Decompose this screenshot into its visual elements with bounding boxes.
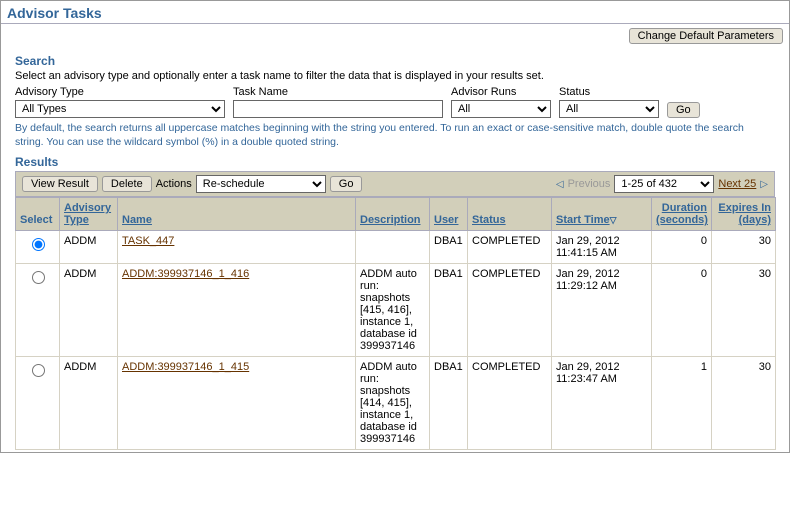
delete-button[interactable]: Delete bbox=[102, 176, 152, 192]
page-title: Advisor Tasks bbox=[1, 1, 789, 24]
cell-advisory-type: ADDM bbox=[60, 357, 118, 450]
actions-label: Actions bbox=[156, 178, 192, 190]
col-duration[interactable]: Duration (seconds) bbox=[652, 198, 712, 231]
cell-start-time: Jan 29, 2012 11:29:12 AM bbox=[552, 264, 652, 357]
task-name-input[interactable] bbox=[233, 100, 443, 118]
range-select[interactable]: 1-25 of 432 bbox=[614, 175, 714, 193]
row-name-link[interactable]: TASK_447 bbox=[122, 235, 174, 247]
row-name-link[interactable]: ADDM:399937146_1_416 bbox=[122, 268, 249, 280]
previous-icon: ◁ bbox=[556, 179, 564, 190]
cell-expires: 30 bbox=[712, 231, 776, 264]
status-label: Status bbox=[559, 86, 659, 98]
cell-description: ADDM auto run: snapshots [414, 415], ins… bbox=[356, 357, 430, 450]
advisory-type-select[interactable]: All Types bbox=[15, 100, 225, 118]
advisor-runs-select[interactable]: All bbox=[451, 100, 551, 118]
results-table: Select Advisory Type Name Description Us… bbox=[15, 197, 776, 450]
actions-select[interactable]: Re-schedule bbox=[196, 175, 326, 193]
cell-expires: 30 bbox=[712, 357, 776, 450]
row-name-link[interactable]: ADDM:399937146_1_415 bbox=[122, 361, 249, 373]
col-expires[interactable]: Expires In (days) bbox=[712, 198, 776, 231]
cell-advisory-type: ADDM bbox=[60, 231, 118, 264]
cell-user: DBA1 bbox=[430, 231, 468, 264]
row-select-radio[interactable] bbox=[32, 238, 45, 251]
cell-duration: 0 bbox=[652, 264, 712, 357]
cell-description: ADDM auto run: snapshots [415, 416], ins… bbox=[356, 264, 430, 357]
col-select: Select bbox=[16, 198, 60, 231]
results-heading: Results bbox=[15, 155, 775, 169]
task-name-label: Task Name bbox=[233, 86, 443, 98]
previous-label: Previous bbox=[568, 178, 611, 190]
cell-start-time: Jan 29, 2012 11:23:47 AM bbox=[552, 357, 652, 450]
col-description[interactable]: Description bbox=[356, 198, 430, 231]
search-heading: Search bbox=[15, 54, 775, 68]
cell-duration: 1 bbox=[652, 357, 712, 450]
cell-duration: 0 bbox=[652, 231, 712, 264]
cell-start-time: Jan 29, 2012 11:41:15 AM bbox=[552, 231, 652, 264]
col-status[interactable]: Status bbox=[468, 198, 552, 231]
col-advisory-type[interactable]: Advisory Type bbox=[60, 198, 118, 231]
next-link[interactable]: Next 25 bbox=[718, 178, 756, 190]
row-select-radio[interactable] bbox=[32, 271, 45, 284]
advisor-runs-label: Advisor Runs bbox=[451, 86, 551, 98]
cell-status: COMPLETED bbox=[468, 264, 552, 357]
cell-advisory-type: ADDM bbox=[60, 264, 118, 357]
col-user[interactable]: User bbox=[430, 198, 468, 231]
search-hint: By default, the search returns all upper… bbox=[15, 122, 775, 149]
status-select[interactable]: All bbox=[559, 100, 659, 118]
sort-desc-icon: ▽ bbox=[610, 215, 617, 226]
actions-go-button[interactable]: Go bbox=[330, 176, 363, 192]
view-result-button[interactable]: View Result bbox=[22, 176, 98, 192]
col-name[interactable]: Name bbox=[118, 198, 356, 231]
search-description: Select an advisory type and optionally e… bbox=[15, 70, 775, 82]
next-icon[interactable]: ▷ bbox=[760, 179, 768, 190]
table-row: ADDM TASK_447 DBA1 COMPLETED Jan 29, 201… bbox=[16, 231, 776, 264]
cell-user: DBA1 bbox=[430, 357, 468, 450]
cell-user: DBA1 bbox=[430, 264, 468, 357]
row-select-radio[interactable] bbox=[32, 364, 45, 377]
cell-status: COMPLETED bbox=[468, 357, 552, 450]
col-start-time[interactable]: Start Time ▽ bbox=[552, 198, 652, 231]
advisory-type-label: Advisory Type bbox=[15, 86, 225, 98]
table-row: ADDM ADDM:399937146_1_415 ADDM auto run:… bbox=[16, 357, 776, 450]
cell-description bbox=[356, 231, 430, 264]
cell-status: COMPLETED bbox=[468, 231, 552, 264]
table-row: ADDM ADDM:399937146_1_416 ADDM auto run:… bbox=[16, 264, 776, 357]
cell-expires: 30 bbox=[712, 264, 776, 357]
search-go-button[interactable]: Go bbox=[667, 102, 700, 118]
change-default-parameters-button[interactable]: Change Default Parameters bbox=[629, 28, 783, 44]
